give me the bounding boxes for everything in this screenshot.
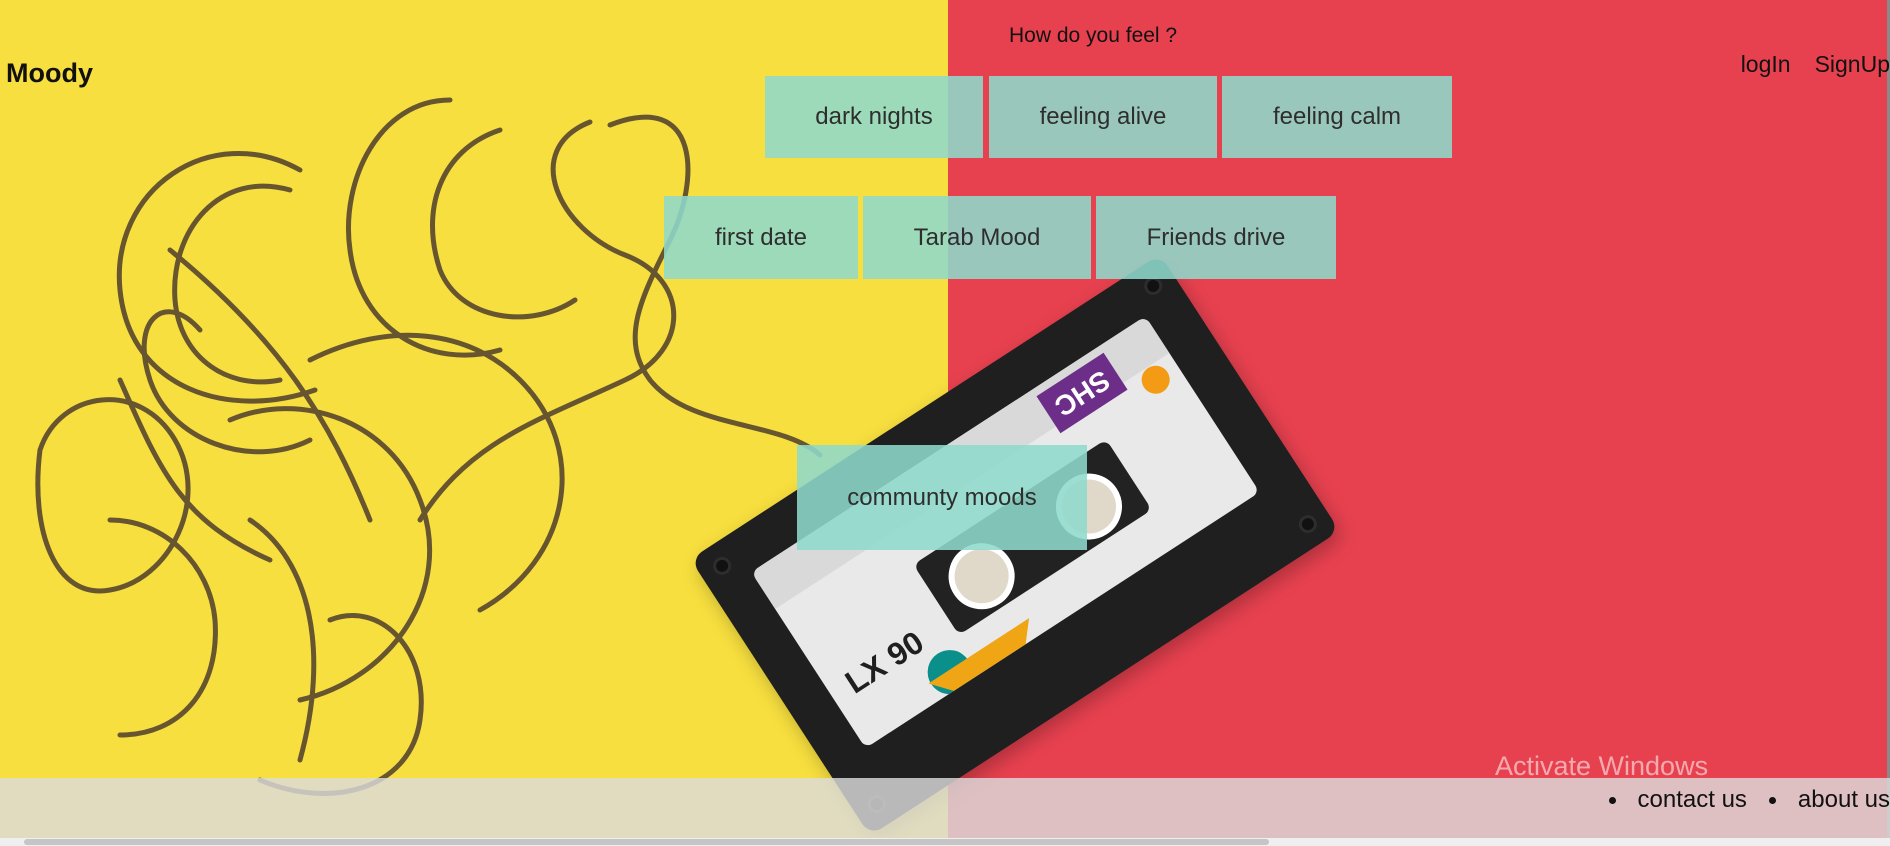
mood-button-first-date[interactable]: first date (664, 196, 858, 279)
mood-question: How do you feel ? (1009, 24, 1178, 47)
scrollbar-thumb[interactable] (24, 839, 1269, 845)
footer-bar (0, 778, 1890, 838)
bullet-icon (1608, 796, 1616, 804)
community-moods-button[interactable]: communty moods (797, 445, 1087, 550)
mood-button-feeling-calm[interactable]: feeling calm (1222, 76, 1452, 158)
moody-page: SHC LX 90 Moody How do you feel ? logIn … (0, 0, 1890, 846)
footer-links: contact us about us (1608, 786, 1890, 814)
model-label: LX 90 (838, 623, 930, 701)
contact-us-link[interactable]: contact us (1638, 786, 1747, 814)
horizontal-scrollbar[interactable] (0, 838, 1890, 846)
screwhole-icon (1295, 511, 1321, 537)
mood-button-feeling-alive[interactable]: feeling alive (989, 76, 1217, 158)
about-us-link[interactable]: about us (1798, 786, 1890, 814)
site-logo[interactable]: Moody (6, 58, 93, 89)
mood-button-friends-drive[interactable]: Friends drive (1096, 196, 1336, 279)
mood-button-dark-nights[interactable]: dark nights (765, 76, 983, 158)
mood-button-tarab-mood[interactable]: Tarab Mood (863, 196, 1091, 279)
auth-links: logIn SignUp (1741, 51, 1890, 78)
bullet-icon (1768, 796, 1776, 804)
login-link[interactable]: logIn (1741, 51, 1791, 78)
screwhole-icon (709, 553, 735, 579)
signup-link[interactable]: SignUp (1815, 51, 1890, 78)
